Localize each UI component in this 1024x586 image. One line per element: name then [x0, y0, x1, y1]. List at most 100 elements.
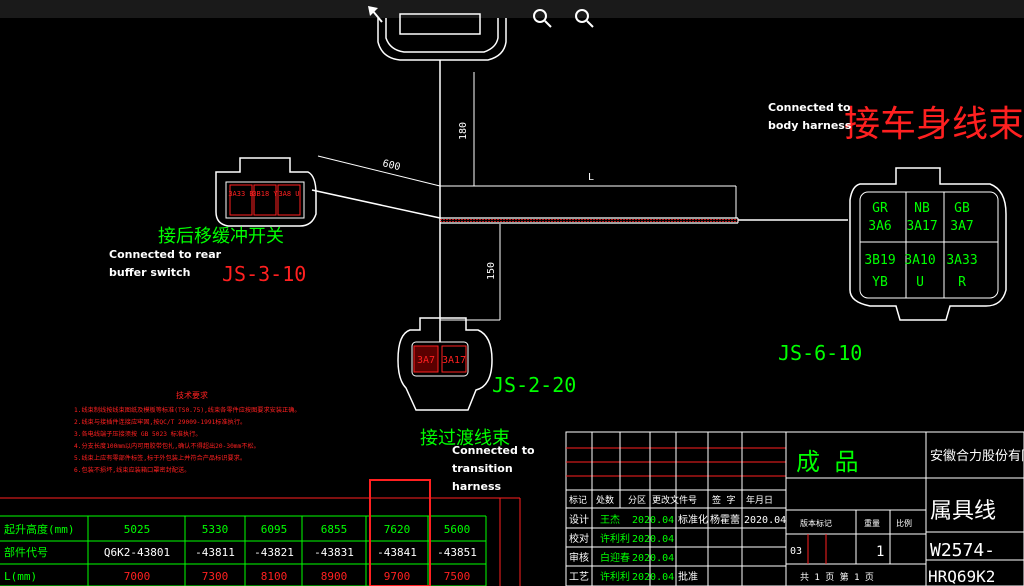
title-block-cell: 杨霍蕾: [710, 513, 740, 526]
spec-row-label: L(mm): [4, 570, 37, 583]
spec-cell: 5600: [444, 523, 471, 536]
js2-pin-2: 3A17: [442, 355, 466, 366]
arrow-icon[interactable]: [368, 6, 383, 23]
company-name: 安徽合力股份有限: [930, 449, 1024, 464]
title-block-cell: 批准: [678, 570, 698, 583]
note-line: 4.分支长度100mm以内可用胶带包扎,确认不得超出20-30mm不松。: [74, 442, 260, 450]
spec-cell: Q6K2-43801: [104, 546, 170, 559]
js6-pin-6-code: 3A33: [946, 253, 977, 268]
title-block-cell: 2020.04: [632, 534, 674, 545]
title-block-cell: 校对: [569, 532, 589, 545]
js6-pin-3-code: 3A7: [950, 219, 973, 234]
annotation-line: Connected to rear: [109, 248, 222, 261]
title-block-cell: 许利利: [600, 571, 630, 583]
spec-table: 起升高度(mm) 5025 5330 6095 6855 7620 5600 部件代号 Q6K2…: [0, 479, 521, 586]
js6-pin-1-code: 3A6: [868, 219, 891, 234]
spec-cell: 7620: [384, 523, 411, 536]
spec-cell: -43841: [377, 546, 417, 559]
product-type: 成 品: [796, 448, 858, 476]
stage-value: 03: [790, 546, 802, 557]
annotation-line: buffer switch: [109, 266, 191, 279]
connector-js-6-10: GR 3A6 NB 3A17 GB 3A7 3B19 YB 3A10 U 3A3…: [778, 167, 1007, 365]
drawing-code: HRQ69K2: [928, 567, 995, 586]
spec-cell: -43851: [437, 546, 477, 559]
spec-cell: -43821: [254, 546, 294, 559]
sheet-info: 共 1 页 第 1 页: [800, 571, 874, 583]
js3-pin-1: 3A33 B: [228, 190, 253, 198]
title-block-header: 分区: [628, 495, 646, 506]
note-line: 2.线束与接插件连接应牢固,按QC/T 29009-1991标准执行。: [74, 418, 246, 426]
spec-cell: 6855: [321, 523, 348, 536]
js6-pin-2-code: 3A17: [906, 219, 937, 234]
title-block-cell: 设计: [569, 513, 589, 526]
drawing-number: W2574-: [930, 540, 995, 561]
connector-id-js6: JS-6-10: [778, 341, 862, 365]
spec-cell: 7500: [444, 570, 471, 583]
connector-id-js2: JS-2-20: [492, 373, 576, 397]
spec-row-label: 部件代号: [4, 545, 48, 559]
spec-cell: 8100: [261, 570, 288, 583]
js6-pin-5-color: U: [916, 275, 924, 290]
cad-drawing[interactable]: 180 600 L 150 3A33 B 3B18 Y 3A8 U JS-3-1…: [0, 0, 1024, 586]
title-block-cell: 审核: [569, 551, 589, 564]
note-line: 1.线束制线按线束图纸及模板等标准(TS0.75),线束各零件应按图要求安装正确…: [74, 406, 301, 414]
title-block-header: 年月日: [746, 494, 773, 506]
js3-pin-3: 3A8 U: [278, 190, 299, 198]
connector-id-js3: JS-3-10: [222, 262, 306, 286]
annotation-line: transition: [452, 462, 513, 475]
js3-pin-2: 3B18 Y: [252, 190, 278, 198]
title-block-cell: 2020.04: [632, 553, 674, 564]
connector-js-2-20: 3A7 3A17 JS-2-20: [397, 317, 576, 411]
title-block: 成 品 安徽合力股份有限 属具线 W2574- HRQ69K2 版本标记 重量 …: [565, 431, 1024, 586]
spec-cell: 9700: [384, 570, 411, 583]
title-block-cell: 2020.04: [632, 572, 674, 583]
spec-cell: 5330: [202, 523, 229, 536]
spec-cell: 7000: [124, 570, 151, 583]
spec-cell: 5025: [124, 523, 151, 536]
zoom-in-icon[interactable]: [533, 9, 552, 28]
note-line: 6.包装不损坏,线束应装箱口罩密封配送。: [74, 466, 190, 474]
connector-js-3-10: 3A33 B 3B18 Y 3A8 U JS-3-10: [215, 157, 317, 286]
dim-600: 600: [381, 158, 401, 173]
title-block-cell: 2020.04: [744, 515, 786, 526]
label-body-harness-cn: 接车身线束: [844, 104, 1024, 145]
js6-pin-4-color: YB: [872, 275, 888, 290]
dim-L: L: [588, 172, 594, 183]
js6-pin-2-color: NB: [914, 201, 930, 216]
js6-pin-6-color: R: [958, 275, 966, 290]
annotation-rear-buffer: Connected to rear buffer switch: [109, 246, 221, 282]
title-block-header: 签 字: [712, 494, 735, 506]
annotation-line: Connected to: [768, 101, 851, 114]
js2-pin-1: 3A7: [417, 355, 435, 366]
title-block-header: 更改文件号: [652, 494, 697, 506]
title-block-cell: 王杰: [600, 514, 620, 526]
technical-notes: 技术要求 1.线束制线按线束图纸及模板等标准(TS0.75),线束各零件应按图要…: [74, 390, 301, 474]
notes-title: 技术要求: [176, 390, 208, 400]
zoom-out-icon[interactable]: [575, 9, 594, 28]
dim-150: 150: [486, 262, 497, 280]
title-block-cell: 工艺: [569, 571, 589, 583]
weight-label: 重量: [864, 518, 880, 528]
js6-pin-4-code: 3B19: [864, 253, 895, 268]
title-block-cell: 标准化: [678, 513, 708, 526]
label-rear-buffer-cn: 接后移缓冲开关: [158, 226, 284, 247]
sheet-count: 1: [876, 544, 884, 560]
note-line: 3.各电线端子压接须按 GB 5023 标准执行。: [74, 430, 202, 438]
note-line: 5.线束上应有零部件标签,标于外包装上并符合产品标识要求。: [74, 454, 246, 462]
dim-180: 180: [458, 122, 469, 140]
spec-row-label: 起升高度(mm): [4, 522, 75, 536]
dimensions: [317, 72, 737, 321]
title-block-cell: 许利利: [600, 533, 630, 545]
spec-cell: 7300: [202, 570, 229, 583]
spec-cell: 8900: [321, 570, 348, 583]
spec-cell: 6095: [261, 523, 288, 536]
scale-label: 比例: [896, 518, 912, 528]
title-block-cell: 白迎春: [600, 551, 630, 564]
title-block-cell: 2020.04: [632, 515, 674, 526]
title-block-header: 标记: [569, 494, 587, 506]
annotation-line: harness: [452, 480, 502, 493]
annotation-body-harness: Connected to body harness: [768, 99, 851, 135]
spec-cell: -43831: [314, 546, 354, 559]
js6-pin-5-code: 3A10: [904, 253, 935, 268]
part-name: 属具线: [930, 499, 996, 524]
